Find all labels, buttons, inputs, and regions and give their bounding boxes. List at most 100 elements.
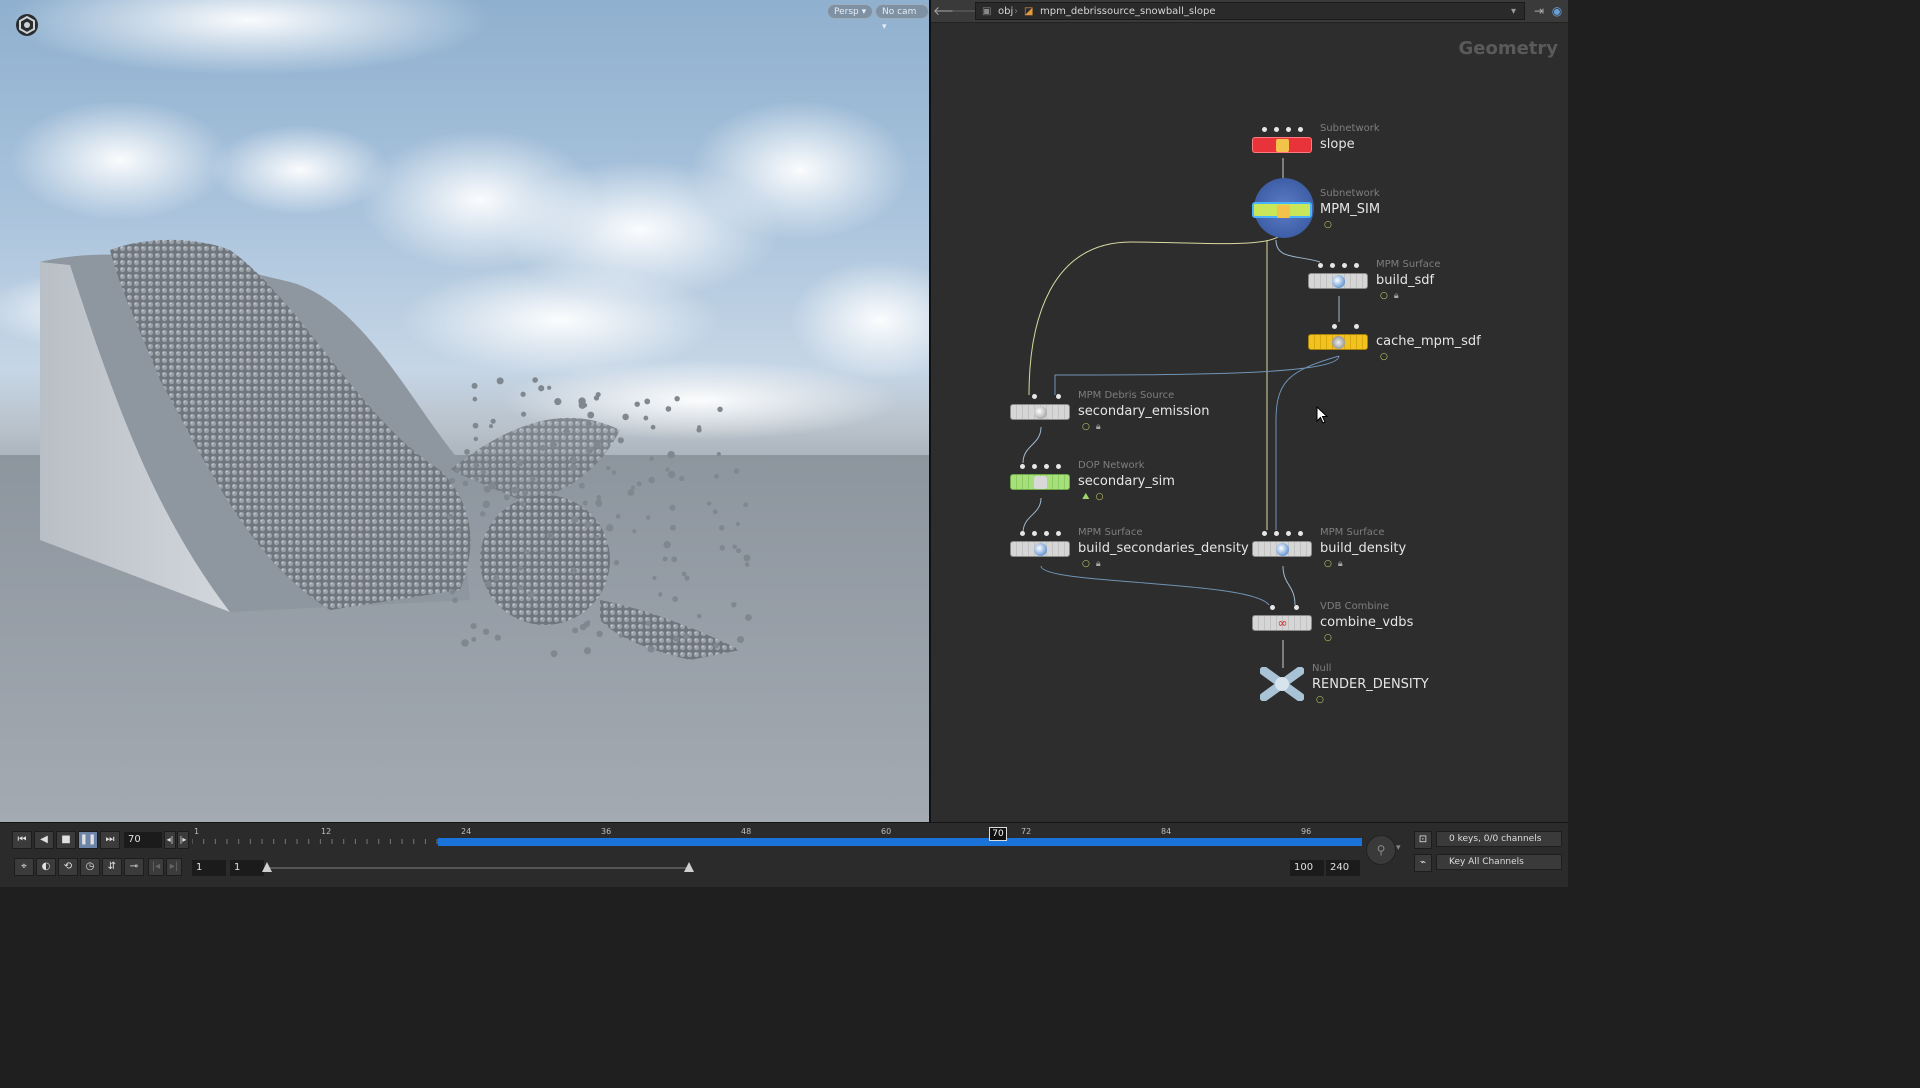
playback-range[interactable]: [438, 838, 1362, 846]
tick-label: 48: [741, 827, 752, 836]
node-body[interactable]: [1252, 202, 1312, 218]
timeline-bar: ⏮ ◀ ■ ❚❚ ⏭ 70 ◂| |▸ 1 12 24 36 48 60 72 …: [0, 822, 1568, 887]
tick-label: 84: [1161, 827, 1172, 836]
node-type: DOP Network: [1078, 460, 1145, 471]
cache-gear-icon: [1332, 336, 1345, 349]
node-flags: ○: [1324, 633, 1332, 643]
dop-network-icon: [1034, 476, 1047, 489]
node-flags: ○ 🔒︎: [1324, 559, 1343, 569]
node-type: MPM Debris Source: [1078, 390, 1175, 401]
range-slider-track[interactable]: [262, 862, 694, 872]
keys-channels-status[interactable]: 0 keys, 0/0 channels: [1436, 831, 1562, 847]
node-type: MPM Surface: [1376, 259, 1441, 270]
mouse-cursor-icon: [1316, 406, 1328, 424]
tick-label: 1: [194, 827, 200, 836]
subnet-icon: [1276, 139, 1289, 152]
range-slider-icon[interactable]: ⊸: [124, 858, 144, 876]
audio-icon[interactable]: ◐: [36, 858, 56, 876]
dial-dropdown-icon[interactable]: ▾: [1396, 843, 1401, 853]
step-forward-icon[interactable]: |▸: [177, 831, 189, 849]
tick-label: 72: [1021, 827, 1032, 836]
tick-label: 36: [601, 827, 612, 836]
node-input-dots: [1314, 324, 1362, 330]
node-flags: ○ 🔒︎: [1082, 559, 1101, 569]
tick-label: 12: [321, 827, 332, 836]
loop-icon[interactable]: ⟲: [58, 858, 78, 876]
node-flags: ○: [1316, 695, 1324, 705]
jump-end-icon[interactable]: ⏭: [100, 831, 120, 849]
range-start-handle[interactable]: [262, 862, 272, 872]
node-flags: ⛰ ○: [1082, 492, 1104, 502]
persp-view-menu[interactable]: Persp ▾: [827, 4, 874, 19]
node-type: Subnetwork: [1320, 188, 1380, 199]
node-input-dots: [1314, 263, 1362, 269]
node-input-dots: [1258, 127, 1306, 133]
node-name[interactable]: build_density: [1320, 541, 1406, 556]
node-body[interactable]: ∞: [1252, 615, 1312, 631]
pause-icon[interactable]: ❚❚: [78, 831, 98, 849]
node-flags: ○: [1380, 352, 1388, 362]
node-body[interactable]: [1010, 541, 1070, 557]
node-type: MPM Surface: [1078, 527, 1143, 538]
debris-source-icon: [1034, 406, 1047, 419]
houdini-logo-icon: [14, 12, 40, 38]
node-name[interactable]: combine_vdbs: [1320, 615, 1413, 630]
key-all-icon[interactable]: ⌁: [1414, 854, 1432, 872]
node-body[interactable]: [1252, 137, 1312, 153]
node-body[interactable]: [1308, 273, 1368, 289]
range-start-field[interactable]: 1: [192, 860, 226, 876]
keyframe-tools-icon[interactable]: ⇵: [102, 858, 122, 876]
current-frame-field[interactable]: 70: [124, 832, 162, 848]
jump-start-icon[interactable]: ⏮: [12, 831, 32, 849]
tick-label: 96: [1301, 827, 1312, 836]
node-body[interactable]: [1308, 334, 1368, 350]
node-name[interactable]: RENDER_DENSITY: [1312, 677, 1429, 692]
node-name[interactable]: cache_mpm_sdf: [1376, 334, 1481, 349]
mpm-surface-icon: [1332, 275, 1345, 288]
key-all-channels-button[interactable]: Key All Channels: [1436, 854, 1562, 870]
play-reverse-icon[interactable]: ◀: [34, 831, 54, 849]
node-input-dots: [1016, 464, 1064, 470]
node-body[interactable]: [1010, 404, 1070, 420]
camera-menu[interactable]: No cam ▾: [875, 4, 929, 32]
mpm-surface-icon: [1034, 543, 1047, 556]
network-editor[interactable]: 🡐 🡒 ▣ obj › ◪ mpm_debrissource_snowball_…: [931, 0, 1568, 822]
node-type: Null: [1312, 663, 1332, 674]
node-body[interactable]: [1252, 541, 1312, 557]
mpm-surface-icon: [1276, 543, 1289, 556]
frame-ruler[interactable]: 1 12 24 36 48 60 72 84 96 70: [192, 827, 1362, 849]
node-type: VDB Combine: [1320, 601, 1390, 612]
node-input-dots: [1016, 531, 1064, 537]
vdb-combine-icon: ∞: [1277, 616, 1288, 630]
node-name[interactable]: slope: [1320, 137, 1355, 152]
tick-label: 24: [461, 827, 472, 836]
null-node-icon[interactable]: [1260, 667, 1304, 701]
node-flags: ○ 🔒︎: [1082, 422, 1101, 432]
next-key-icon[interactable]: ▸|: [166, 858, 182, 876]
prev-key-icon[interactable]: |◂: [148, 858, 164, 876]
node-flags: ○: [1324, 220, 1332, 230]
node-body[interactable]: [1010, 474, 1070, 490]
node-flags: ○ 🔒︎: [1380, 291, 1399, 301]
range-end-field[interactable]: 100: [1290, 860, 1324, 876]
node-name[interactable]: build_secondaries_density: [1078, 541, 1249, 556]
stop-icon[interactable]: ■: [56, 831, 76, 849]
current-frame-marker[interactable]: 70: [989, 827, 1007, 841]
range-end2-field[interactable]: 240: [1326, 860, 1360, 876]
node-input-dots: [1258, 531, 1306, 537]
node-name[interactable]: MPM_SIM: [1320, 202, 1380, 217]
node-name[interactable]: build_sdf: [1376, 273, 1434, 288]
step-back-icon[interactable]: ◂|: [164, 831, 176, 849]
node-name[interactable]: secondary_sim: [1078, 474, 1175, 489]
range-start2-field[interactable]: 1: [230, 860, 264, 876]
node-name[interactable]: secondary_emission: [1078, 404, 1210, 419]
scene-viewport[interactable]: Persp ▾ No cam ▾: [0, 0, 929, 822]
clock-icon[interactable]: ◷: [80, 858, 100, 876]
key-dial-icon[interactable]: ⚲: [1366, 835, 1396, 865]
tick-label: 60: [881, 827, 892, 836]
keys-panel-icon[interactable]: ⊡: [1414, 831, 1432, 849]
range-end-handle[interactable]: [684, 862, 694, 872]
node-type: Subnetwork: [1320, 123, 1380, 134]
realtime-toggle-icon[interactable]: ⌖: [14, 858, 34, 876]
scene-geometry: [0, 239, 929, 822]
